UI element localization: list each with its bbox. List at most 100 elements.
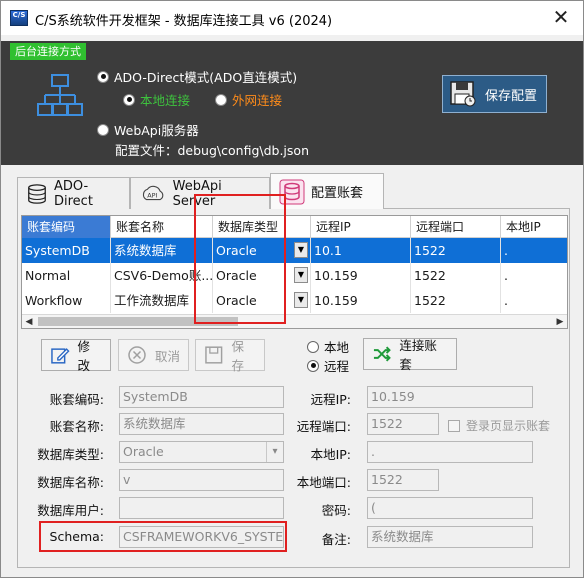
local-connection-option[interactable]: 本地连接 (123, 90, 190, 109)
table-cell[interactable]: 10.159 (311, 263, 411, 288)
floppy-save-icon (450, 81, 476, 107)
show-on-login-checkbox[interactable] (448, 419, 460, 432)
dropdown-button[interactable]: ▼ (294, 242, 308, 258)
table-cell[interactable]: 10.159 (311, 288, 411, 313)
save-config-button[interactable]: 保存配置 (442, 75, 547, 113)
remote-port-label: 远程端口: (296, 419, 351, 434)
ado-direct-option[interactable]: ADO-Direct模式(ADO直连模式) (97, 67, 297, 86)
app-window: C/S C/S系统软件开发框架 - 数据库连接工具 v6 (2024) ✕ 后台… (0, 0, 584, 578)
table-cell[interactable]: 1522 (411, 263, 501, 288)
database-icon (28, 183, 46, 204)
title-bar: C/S C/S系统软件开发框架 - 数据库连接工具 v6 (2024) ✕ (1, 1, 583, 35)
account-code-label: 账套编码: (49, 392, 104, 407)
ado-direct-radio[interactable] (97, 70, 109, 83)
column-header[interactable]: 账套编码 (22, 216, 111, 238)
db-name-label: 数据库名称: (37, 475, 104, 490)
table-cell[interactable]: SystemDB (22, 238, 111, 263)
remote-radio-option[interactable]: 远程 (307, 356, 349, 375)
account-name-field[interactable]: 系统数据库 (119, 413, 284, 435)
edit-button[interactable]: 修改 (41, 339, 111, 373)
dropdown-button[interactable]: ▼ (294, 267, 308, 283)
close-button[interactable]: ✕ (539, 1, 583, 35)
remote-radio-label: 远程 (324, 359, 350, 374)
table-cell[interactable]: 1522 (411, 288, 501, 313)
password-label: 密码: (321, 503, 351, 518)
table-row[interactable]: SystemDB 系统数据库 Oracle ▼ 10.1 1522 . (22, 238, 567, 263)
network-icon (37, 74, 83, 116)
connection-mode-panel: 后台连接方式 ADO-Direct模式(ADO直连模式) 本地连接 外网连接 W… (1, 41, 583, 165)
save-config-label: 保存配置 (485, 88, 538, 104)
tab-config-accounts-label: 配置账套 (311, 186, 364, 201)
local-radio-label: 本地 (324, 340, 350, 355)
svg-text:API: API (147, 191, 157, 199)
save-icon (205, 346, 223, 364)
connect-account-button[interactable]: 连接账套 (363, 338, 457, 372)
remark-label: 备注: (321, 532, 351, 547)
mode-badge: 后台连接方式 (10, 43, 86, 60)
remote-port-field[interactable]: 1522 (367, 413, 439, 435)
annotation-highlight-dbtype (194, 194, 286, 324)
local-connection-label: 本地连接 (140, 93, 191, 108)
tab-ado-direct[interactable]: ADO-Direct (17, 177, 130, 209)
column-header[interactable]: 本地IP (501, 216, 567, 238)
grid-header: 账套编码 账套名称 数据库类型 远程IP 远程端口 本地IP (22, 216, 567, 238)
db-name-field[interactable]: v (119, 469, 284, 491)
edit-label: 修改 (77, 339, 91, 373)
external-connection-radio[interactable] (215, 93, 227, 106)
save-button[interactable]: 保存 (195, 339, 265, 373)
remote-radio[interactable] (307, 359, 319, 372)
table-cell[interactable]: . (501, 238, 567, 263)
password-field[interactable]: ( (367, 497, 533, 519)
remote-ip-label: 远程IP: (310, 392, 351, 407)
db-type-select[interactable]: Oracle (119, 441, 284, 463)
table-cell[interactable]: . (501, 263, 567, 288)
local-connection-radio[interactable] (123, 93, 135, 106)
account-name-label: 账套名称: (49, 419, 104, 434)
webapi-option[interactable]: WebApi服务器 (97, 120, 199, 139)
local-radio-option[interactable]: 本地 (307, 337, 349, 356)
app-logo-icon: C/S (10, 10, 28, 26)
local-ip-label: 本地IP: (310, 447, 351, 462)
connect-account-label: 连接账套 (399, 338, 437, 372)
db-user-field[interactable] (119, 497, 284, 519)
cancel-button[interactable]: 取消 (118, 339, 189, 371)
tab-config-accounts[interactable]: 配置账套 (270, 173, 384, 209)
db-user-label: 数据库用户: (37, 503, 104, 518)
column-header[interactable]: 远程端口 (411, 216, 501, 238)
db-type-label: 数据库类型: (37, 447, 104, 462)
table-cell[interactable]: Normal (22, 263, 111, 288)
shuffle-connect-icon (373, 346, 391, 362)
column-header[interactable]: 远程IP (311, 216, 411, 238)
local-port-label: 本地端口: (296, 475, 351, 490)
save-label: 保存 (231, 339, 245, 373)
table-row[interactable]: Normal CSV6-Demo账... Oracle ▼ 10.159 152… (22, 263, 567, 288)
webapi-radio[interactable] (97, 123, 109, 136)
edit-icon (51, 348, 70, 364)
account-code-field[interactable]: SystemDB (119, 386, 284, 408)
horizontal-scrollbar[interactable]: ◀ ▶ (22, 314, 567, 328)
table-cell[interactable]: . (501, 288, 567, 313)
table-cell[interactable]: 10.1 (311, 238, 411, 263)
local-radio[interactable] (307, 340, 319, 353)
external-connection-option[interactable]: 外网连接 (215, 90, 282, 109)
remark-field[interactable]: 系统数据库 (367, 526, 533, 548)
scroll-left-arrow[interactable]: ◀ (22, 315, 36, 328)
scroll-right-arrow[interactable]: ▶ (553, 315, 567, 328)
table-row[interactable]: Workflow 工作流数据库 Oracle ▼ 10.159 1522 . (22, 288, 567, 313)
show-on-login-option[interactable]: 登录页显示账套 (448, 417, 550, 434)
cancel-icon (128, 346, 146, 364)
local-port-field[interactable]: 1522 (367, 469, 439, 491)
config-file-path: 配置文件：debug\config\db.json (115, 143, 309, 158)
local-ip-field[interactable]: . (367, 441, 533, 463)
cancel-label: 取消 (155, 348, 181, 364)
webapi-label: WebApi服务器 (114, 123, 199, 138)
dropdown-button[interactable]: ▼ (294, 292, 308, 308)
api-icon: API (142, 185, 164, 200)
remote-ip-field[interactable]: 10.159 (367, 386, 533, 408)
external-connection-label: 外网连接 (232, 93, 283, 108)
table-cell[interactable]: 1522 (411, 238, 501, 263)
accounts-grid[interactable]: 账套编码 账套名称 数据库类型 远程IP 远程端口 本地IP SystemDB … (21, 215, 568, 329)
tab-ado-direct-label: ADO-Direct (54, 178, 93, 209)
window-title: C/S系统软件开发框架 - 数据库连接工具 v6 (2024) (35, 14, 333, 29)
table-cell[interactable]: Workflow (22, 288, 111, 313)
